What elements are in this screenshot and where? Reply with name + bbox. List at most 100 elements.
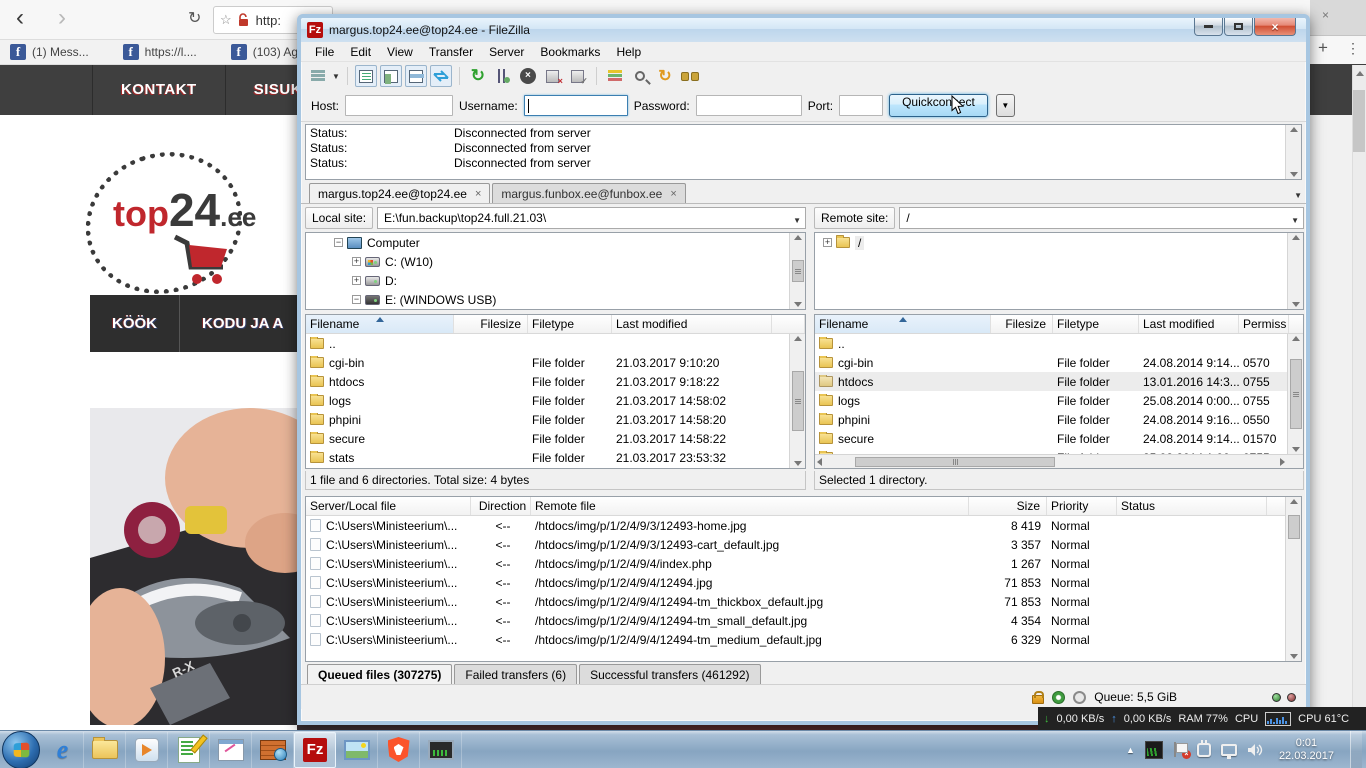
taskbar-image-viewer[interactable] xyxy=(336,731,378,768)
bookmark-star-icon[interactable]: ☆ xyxy=(220,12,232,28)
taskbar-firewall[interactable] xyxy=(252,731,294,768)
collapse-icon[interactable]: − xyxy=(352,295,361,304)
menu-edit[interactable]: Edit xyxy=(342,45,379,59)
tree-item-root[interactable]: + / xyxy=(815,233,1303,252)
tab-close-icon[interactable]: × xyxy=(1322,8,1329,22)
taskbar-system-monitor[interactable] xyxy=(420,731,462,768)
queue-row[interactable]: C:\Users\Ministeerium\... <--/htdocs/img/… xyxy=(306,535,1301,554)
table-row[interactable]: .. xyxy=(306,334,805,353)
remote-site-combo[interactable]: / ▼ xyxy=(899,207,1304,229)
column-filetype[interactable]: Filetype xyxy=(528,315,612,333)
queue-row[interactable]: C:\Users\Ministeerium\... <--/htdocs/img/… xyxy=(306,554,1301,573)
tray-expand-icon[interactable]: ▲ xyxy=(1126,745,1135,755)
queue-row[interactable]: C:\Users\Ministeerium\... <--/htdocs/img/… xyxy=(306,611,1301,630)
tab-queued-files[interactable]: Queued files (307275) xyxy=(307,664,453,684)
column-filetype[interactable]: Filetype xyxy=(1053,315,1139,333)
table-row[interactable]: phpini File folder 24.08.2014 9:16... 0550 xyxy=(815,410,1303,429)
synchronized-browsing-icon[interactable] xyxy=(629,65,651,87)
taskbar-screenshot-tool[interactable] xyxy=(210,731,252,768)
expand-icon[interactable]: + xyxy=(352,257,361,266)
menu-help[interactable]: Help xyxy=(608,45,649,59)
browser-refresh-icon[interactable]: ↻ xyxy=(188,8,201,28)
column-modified[interactable]: Last modified xyxy=(1139,315,1239,333)
column-permissions[interactable]: Permiss xyxy=(1239,315,1289,333)
close-button[interactable]: × xyxy=(1254,18,1296,36)
host-input[interactable] xyxy=(345,95,454,116)
menu-file[interactable]: File xyxy=(307,45,342,59)
toggle-log-icon[interactable] xyxy=(354,65,377,87)
quickconnect-button[interactable]: Quickconnect xyxy=(889,94,988,117)
column-priority[interactable]: Priority xyxy=(1047,497,1117,515)
local-site-combo[interactable]: E:\fun.backup\top24.full.21.03\ ▼ xyxy=(377,207,806,229)
file-search-icon[interactable] xyxy=(679,65,701,87)
table-row[interactable]: cgi-bin File folder 21.03.2017 9:10:20 xyxy=(306,353,805,372)
reconnect-icon[interactable]: ✓ xyxy=(567,65,589,87)
browser-scrollbar-thumb[interactable] xyxy=(1353,90,1365,152)
menu-transfer[interactable]: Transfer xyxy=(421,45,481,59)
refresh-icon[interactable]: ↻ xyxy=(467,65,489,87)
browser-forward-icon[interactable]: › xyxy=(58,2,66,34)
disconnect-icon[interactable]: × xyxy=(542,65,564,87)
browser-back-icon[interactable]: ‹ xyxy=(16,2,24,34)
tab-list-dropdown-icon[interactable]: ▼ xyxy=(1294,191,1302,200)
tree-item-e-drive[interactable]: − E: (WINDOWS USB) xyxy=(306,290,805,309)
queue-row[interactable]: C:\Users\Ministeerium\... <--/htdocs/img/… xyxy=(306,516,1301,535)
remote-list-hscrollbar[interactable] xyxy=(815,454,1303,468)
remote-list-scrollbar[interactable] xyxy=(1287,334,1303,454)
minimize-button[interactable] xyxy=(1194,18,1223,36)
menu-view[interactable]: View xyxy=(379,45,421,59)
quickconnect-dropdown[interactable]: ▼ xyxy=(995,94,1015,117)
bookmark-item[interactable]: f https://l.... xyxy=(122,44,197,60)
network-icon[interactable] xyxy=(1220,743,1237,759)
toggle-remote-tree-icon[interactable] xyxy=(404,65,427,87)
table-row[interactable]: htdocstest.txt4Text Document21.03.2017 9… xyxy=(306,467,805,468)
bookmark-item[interactable]: f (1) Mess... xyxy=(10,44,89,60)
tree-item-d-drive[interactable]: + D: xyxy=(306,271,805,290)
password-input[interactable] xyxy=(695,95,802,116)
column-filesize[interactable]: Filesize xyxy=(454,315,528,333)
local-tree-scrollbar[interactable] xyxy=(789,233,805,309)
action-center-flag-icon[interactable]: × xyxy=(1173,742,1191,759)
expand-icon[interactable]: + xyxy=(352,276,361,285)
tab-close-icon[interactable]: × xyxy=(670,188,676,200)
column-server-local-file[interactable]: Server/Local file xyxy=(306,497,471,515)
combo-dropdown-icon[interactable]: ▼ xyxy=(793,216,801,225)
collapse-icon[interactable]: − xyxy=(334,238,343,247)
process-queue-icon[interactable] xyxy=(492,65,514,87)
site-manager-icon[interactable] xyxy=(307,65,329,87)
browser-scrollbar[interactable] xyxy=(1352,65,1366,730)
queue-row[interactable]: C:\Users\Ministeerium\... <--/htdocs/img/… xyxy=(306,592,1301,611)
toggle-local-tree-icon[interactable] xyxy=(379,65,402,87)
taskbar-explorer[interactable] xyxy=(84,731,126,768)
column-filename[interactable]: Filename xyxy=(815,315,991,333)
column-direction[interactable]: Direction xyxy=(471,497,531,515)
tab-funbox[interactable]: margus.funbox.ee@funbox.ee × xyxy=(492,183,686,203)
column-filesize[interactable]: Filesize xyxy=(991,315,1053,333)
table-row[interactable]: htdocs File folder 21.03.2017 9:18:22 xyxy=(306,372,805,391)
directory-listing-refresh-icon[interactable]: ↻ xyxy=(654,65,676,87)
site-manager-dropdown-icon[interactable]: ▼ xyxy=(332,72,340,81)
maximize-button[interactable] xyxy=(1224,18,1253,36)
menu-server[interactable]: Server xyxy=(481,45,532,59)
table-row[interactable]: .. xyxy=(815,334,1303,353)
table-row[interactable]: phpini File folder 21.03.2017 14:58:20 xyxy=(306,410,805,429)
username-input[interactable] xyxy=(523,95,628,116)
menu-item-kook[interactable]: KÖÖK xyxy=(90,295,180,352)
speaker-icon[interactable] xyxy=(1247,743,1263,757)
tree-item-computer[interactable]: − Computer xyxy=(306,233,805,252)
browser-menu-icon[interactable]: ⋮ xyxy=(1346,40,1360,57)
expand-icon[interactable]: + xyxy=(823,238,832,247)
combo-dropdown-icon[interactable]: ▼ xyxy=(1291,216,1299,225)
start-button[interactable] xyxy=(2,730,40,768)
table-row[interactable]: secure File folder 24.08.2014 9:14... 01570 xyxy=(815,429,1303,448)
column-size[interactable]: Size xyxy=(969,497,1047,515)
table-row-selected[interactable]: htdocs File folder 13.01.2016 14:3... 0755 xyxy=(815,372,1303,391)
log-scrollbar[interactable] xyxy=(1285,125,1301,179)
table-row[interactable]: stats File folder 21.03.2017 23:53:32 xyxy=(306,448,805,467)
table-row[interactable]: secure File folder 21.03.2017 14:58:22 xyxy=(306,429,805,448)
local-list-scrollbar[interactable] xyxy=(789,334,805,468)
tab-successful-transfers[interactable]: Successful transfers (461292) xyxy=(579,664,761,684)
new-tab-icon[interactable]: + xyxy=(1318,38,1328,58)
queue-row[interactable]: C:\Users\Ministeerium\... <--/htdocs/img/… xyxy=(306,630,1301,649)
queue-row[interactable]: C:\Users\Ministeerium\... <--/htdocs/img/… xyxy=(306,573,1301,592)
